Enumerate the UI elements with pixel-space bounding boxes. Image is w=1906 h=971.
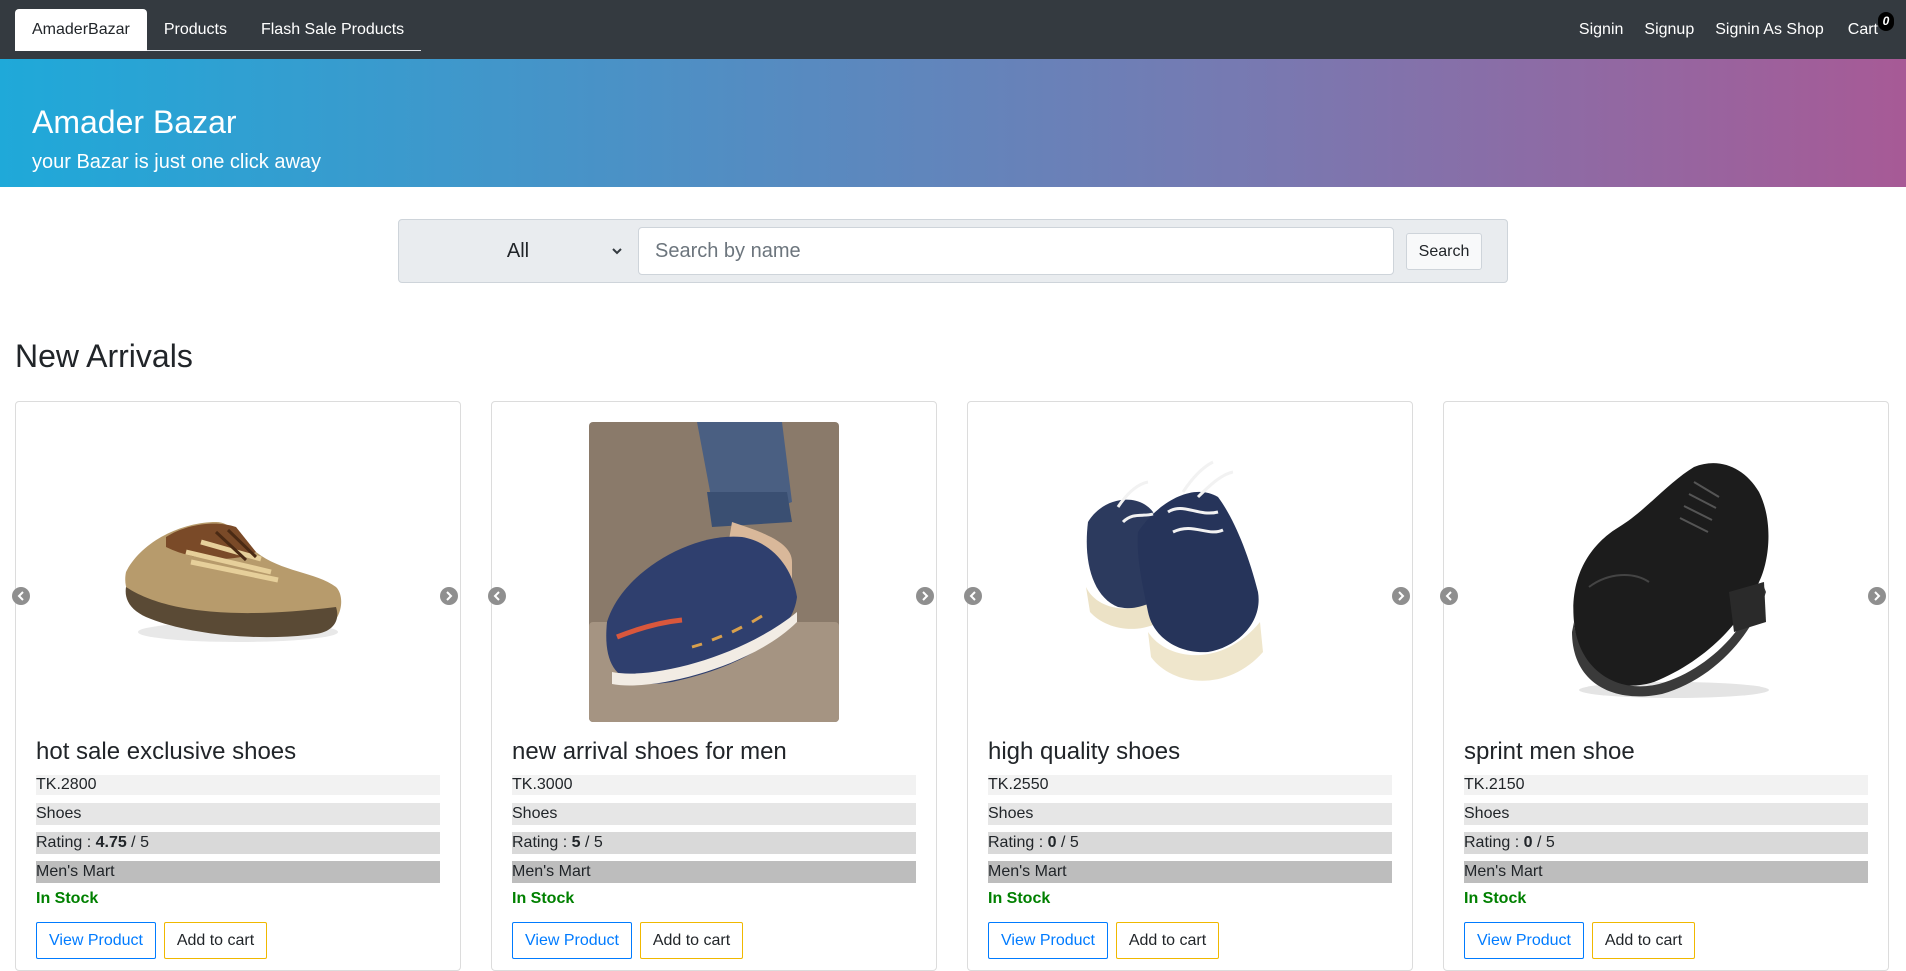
product-price: TK.2800 bbox=[36, 775, 440, 795]
product-rating: Rating : 0 / 5 bbox=[988, 832, 1392, 854]
tab-flash-sale-products[interactable]: Flash Sale Products bbox=[244, 9, 421, 51]
rating-value: 4.75 bbox=[95, 834, 127, 851]
product-carousel bbox=[12, 422, 460, 722]
hero-title: Amader Bazar bbox=[32, 104, 237, 140]
carousel-prev-icon[interactable] bbox=[488, 587, 506, 605]
add-to-cart-button[interactable]: Add to cart bbox=[1116, 922, 1219, 959]
category-select-value: All bbox=[506, 239, 530, 262]
rating-max: / 5 bbox=[126, 834, 149, 851]
product-shop: Men's Mart bbox=[1464, 861, 1868, 883]
carousel-next-icon[interactable] bbox=[1392, 587, 1410, 605]
cart-link[interactable]: Cart 0 bbox=[1847, 11, 1894, 39]
section-title-new-arrivals: New Arrivals bbox=[15, 338, 193, 374]
stock-status: In Stock bbox=[36, 890, 99, 907]
product-grid: hot sale exclusive shoes TK.2800 Shoes R… bbox=[12, 401, 1891, 971]
search-input[interactable] bbox=[638, 227, 1394, 275]
search-button[interactable]: Search bbox=[1406, 233, 1482, 270]
navy-loafer-image bbox=[589, 422, 839, 722]
carousel-prev-icon[interactable] bbox=[964, 587, 982, 605]
category-select[interactable]: All bbox=[399, 220, 637, 282]
product-card: sprint men shoe TK.2150 Shoes Rating : 0… bbox=[1440, 401, 1889, 971]
nav-tabs: AmaderBazar Products Flash Sale Products bbox=[15, 9, 422, 51]
stock-status: In Stock bbox=[512, 890, 575, 907]
rating-max: / 5 bbox=[580, 834, 603, 851]
add-to-cart-button[interactable]: Add to cart bbox=[164, 922, 267, 959]
product-category: Shoes bbox=[988, 803, 1392, 825]
cart-count-badge: 0 bbox=[1878, 11, 1894, 31]
rating-label: Rating : bbox=[1464, 834, 1524, 851]
product-rating: Rating : 0 / 5 bbox=[1464, 832, 1868, 854]
navy-platform-sneaker-image bbox=[1086, 460, 1263, 681]
product-carousel bbox=[964, 422, 1412, 722]
black-oxford-image bbox=[1572, 463, 1769, 698]
rating-value: 5 bbox=[571, 834, 581, 851]
product-category: Shoes bbox=[512, 803, 916, 825]
product-card: hot sale exclusive shoes TK.2800 Shoes R… bbox=[12, 401, 461, 971]
product-category: Shoes bbox=[36, 803, 440, 825]
signin-link[interactable]: Signin bbox=[1579, 21, 1623, 39]
product-price: TK.3000 bbox=[512, 775, 916, 795]
brown-sneaker-image bbox=[125, 522, 342, 642]
product-shop: Men's Mart bbox=[988, 861, 1392, 883]
chevron-down-icon bbox=[612, 248, 622, 255]
carousel-next-icon[interactable] bbox=[1868, 587, 1886, 605]
product-name: high quality shoes bbox=[988, 738, 1181, 765]
product-name: sprint men shoe bbox=[1464, 738, 1635, 765]
tab-products[interactable]: Products bbox=[147, 9, 244, 51]
cart-label: Cart bbox=[1847, 20, 1878, 38]
rating-label: Rating : bbox=[36, 834, 96, 851]
rating-value: 0 bbox=[1523, 834, 1533, 851]
product-category: Shoes bbox=[1464, 803, 1868, 825]
product-name: new arrival shoes for men bbox=[512, 738, 787, 765]
rating-value: 0 bbox=[1047, 834, 1057, 851]
navbar: AmaderBazar Products Flash Sale Products… bbox=[0, 0, 1906, 59]
product-price: TK.2150 bbox=[1464, 775, 1868, 795]
product-rating: Rating : 4.75 / 5 bbox=[36, 832, 440, 854]
product-shop: Men's Mart bbox=[512, 861, 916, 883]
carousel-prev-icon[interactable] bbox=[1440, 587, 1458, 605]
product-card: high quality shoes TK.2550 Shoes Rating … bbox=[964, 401, 1413, 971]
rating-max: / 5 bbox=[1532, 834, 1555, 851]
view-product-button[interactable]: View Product bbox=[512, 922, 632, 959]
stock-status: In Stock bbox=[988, 890, 1051, 907]
product-name: hot sale exclusive shoes bbox=[36, 738, 297, 765]
nav-right-links: Signin Signup Signin As Shop Cart 0 bbox=[1558, 0, 1894, 59]
rating-label: Rating : bbox=[512, 834, 572, 851]
view-product-button[interactable]: View Product bbox=[988, 922, 1108, 959]
add-to-cart-button[interactable]: Add to cart bbox=[640, 922, 743, 959]
rating-label: Rating : bbox=[988, 834, 1048, 851]
signup-link[interactable]: Signup bbox=[1644, 21, 1694, 39]
carousel-next-icon[interactable] bbox=[916, 587, 934, 605]
carousel-next-icon[interactable] bbox=[440, 587, 458, 605]
search-bar: All Search bbox=[398, 219, 1508, 283]
add-to-cart-button[interactable]: Add to cart bbox=[1592, 922, 1695, 959]
product-price: TK.2550 bbox=[988, 775, 1392, 795]
carousel-prev-icon[interactable] bbox=[12, 587, 30, 605]
stock-status: In Stock bbox=[1464, 890, 1527, 907]
product-shop: Men's Mart bbox=[36, 861, 440, 883]
view-product-button[interactable]: View Product bbox=[36, 922, 156, 959]
signin-as-shop-link[interactable]: Signin As Shop bbox=[1715, 21, 1824, 39]
product-rating: Rating : 5 / 5 bbox=[512, 832, 916, 854]
hero-subtitle: your Bazar is just one click away bbox=[32, 151, 322, 173]
tab-amaderbazar[interactable]: AmaderBazar bbox=[15, 9, 147, 51]
product-card: new arrival shoes for men TK.3000 Shoes … bbox=[488, 401, 937, 971]
rating-max: / 5 bbox=[1056, 834, 1079, 851]
product-carousel bbox=[488, 422, 936, 722]
hero-banner: Amader Bazar your Bazar is just one clic… bbox=[0, 59, 1906, 187]
product-carousel bbox=[1440, 422, 1888, 722]
view-product-button[interactable]: View Product bbox=[1464, 922, 1584, 959]
